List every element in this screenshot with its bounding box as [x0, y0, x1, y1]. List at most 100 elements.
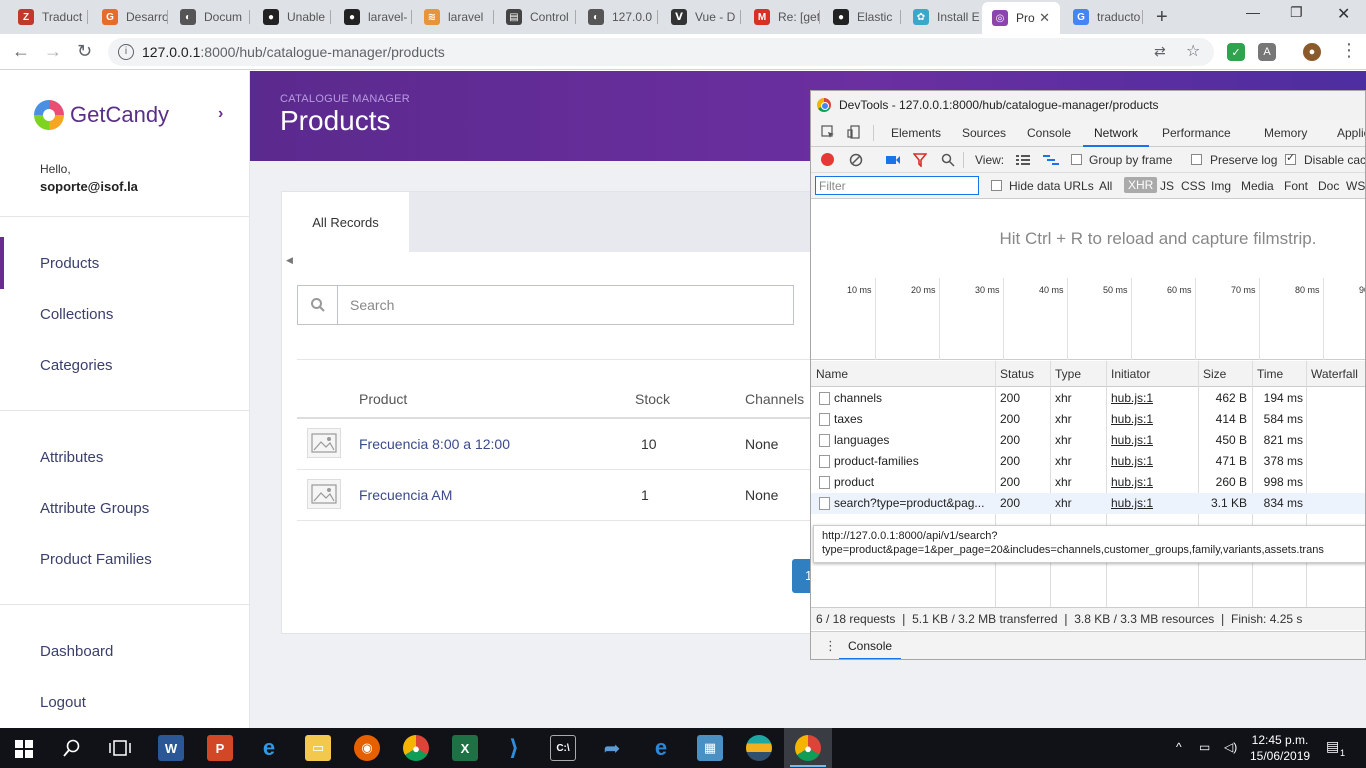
close-tab-icon[interactable]: ✕ [1039, 10, 1050, 26]
network-request-row[interactable]: languages 200 xhr hub.js:1 450 B 821 ms [811, 430, 1365, 451]
internet-explorer-app-icon[interactable]: e [256, 735, 282, 761]
request-initiator[interactable]: hub.js:1 [1111, 475, 1153, 489]
column-header-time[interactable]: Time [1257, 367, 1283, 381]
tab-performance[interactable]: Performance [1162, 126, 1231, 140]
tab-application[interactable]: Applicatio [1337, 126, 1365, 140]
browser-tab[interactable]: ● Unable [253, 4, 331, 30]
column-header-type[interactable]: Type [1055, 367, 1081, 381]
profile-avatar[interactable]: ● [1303, 43, 1321, 61]
tab-sources[interactable]: Sources [962, 126, 1006, 140]
edge-app-icon[interactable]: e [648, 735, 674, 761]
column-header-stock[interactable]: Stock [635, 391, 670, 407]
forward-icon[interactable]: → [44, 41, 62, 62]
sidebar-item-attributes[interactable]: Attributes [40, 449, 103, 466]
request-initiator[interactable]: hub.js:1 [1111, 496, 1153, 510]
column-header-status[interactable]: Status [1000, 367, 1034, 381]
search-input[interactable] [339, 286, 789, 324]
sidebar-item-collections[interactable]: Collections [40, 306, 113, 323]
browser-tab[interactable]: ᐯ Vue - D [661, 4, 741, 30]
tab-all-records[interactable]: All Records [282, 192, 409, 252]
terminal-app-icon[interactable]: C:\ [550, 735, 576, 761]
task-view-icon[interactable] [109, 740, 131, 756]
sidebar-item-logout[interactable]: Logout [40, 694, 86, 711]
product-name-link[interactable]: Frecuencia AM [359, 487, 452, 503]
tab-console[interactable]: Console [1027, 126, 1071, 140]
tab-elements[interactable]: Elements [891, 126, 941, 140]
column-header-channels[interactable]: Channels [745, 391, 804, 407]
request-initiator[interactable]: hub.js:1 [1111, 412, 1153, 426]
table-row[interactable]: Frecuencia AM 1 None [297, 470, 817, 521]
request-initiator[interactable]: hub.js:1 [1111, 391, 1153, 405]
network-request-row[interactable]: product-families 200 xhr hub.js:1 471 B 378 m… [811, 451, 1365, 472]
drawer-tab-console[interactable]: Console [839, 632, 902, 659]
type-filter-ws[interactable]: WS [1346, 179, 1365, 193]
scroll-left-arrow-icon[interactable]: ◀ [286, 255, 293, 266]
minimize-window-button[interactable]: — [1246, 4, 1260, 20]
maximize-window-button[interactable]: ❐ [1290, 4, 1303, 21]
preserve-log-checkbox[interactable] [1191, 154, 1202, 165]
type-filter-media[interactable]: Media [1241, 179, 1274, 193]
taskbar-clock[interactable]: 12:45 p.m. 15/06/2019 [1250, 732, 1310, 764]
type-filter-font[interactable]: Font [1284, 179, 1308, 193]
file-explorer-app-icon[interactable]: ▭ [305, 735, 331, 761]
reload-icon[interactable]: ↻ [77, 41, 92, 62]
address-url[interactable]: 127.0.0.1:8000/hub/catalogue-manager/pro… [142, 44, 445, 60]
new-tab-button[interactable]: + [1156, 6, 1168, 29]
bookmark-star-icon[interactable]: ☆ [1186, 41, 1200, 61]
powerpoint-app-icon[interactable]: P [207, 735, 233, 761]
column-header-initiator[interactable]: Initiator [1111, 367, 1150, 381]
browser-tab[interactable]: ● Elastic [823, 4, 901, 30]
waterfall-overview-icon[interactable] [1043, 154, 1059, 166]
type-filter-css[interactable]: CSS [1181, 179, 1206, 193]
network-request-row[interactable]: taxes 200 xhr hub.js:1 414 B 584 ms [811, 409, 1365, 430]
column-header-waterfall[interactable]: Waterfall [1311, 367, 1358, 381]
drawer-menu-icon[interactable]: ⋮ [824, 638, 837, 654]
group-by-frame-checkbox[interactable] [1071, 154, 1082, 165]
address-bar[interactable]: i 127.0.0.1:8000/hub/catalogue-manager/p… [108, 38, 1214, 66]
browser-menu-icon[interactable]: ⋮ [1340, 40, 1358, 61]
excel-app-icon[interactable]: X [452, 735, 478, 761]
browser-tab[interactable]: ● laravel- [334, 4, 412, 30]
filter-funnel-icon[interactable] [913, 153, 927, 167]
action-center-icon[interactable]: ▤ [1326, 738, 1339, 755]
colored-stack-app-icon[interactable] [746, 735, 772, 761]
search-icon[interactable] [63, 739, 81, 757]
share-arrow-app-icon[interactable]: ➦ [599, 735, 625, 761]
pagination-page-button[interactable]: 1 [792, 559, 812, 593]
request-initiator[interactable]: hub.js:1 [1111, 454, 1153, 468]
network-icon[interactable]: ▭ [1199, 740, 1210, 754]
large-rows-icon[interactable] [1016, 154, 1030, 166]
product-name-link[interactable]: Frecuencia 8:00 a 12:00 [359, 436, 510, 452]
request-initiator[interactable]: hub.js:1 [1111, 433, 1153, 447]
tab-network[interactable]: Network [1083, 119, 1149, 147]
column-header-size[interactable]: Size [1203, 367, 1226, 381]
browser-tab[interactable]: ▤ Control [496, 4, 576, 30]
getcandy-logo[interactable]: GetCandy [34, 100, 169, 130]
network-request-row[interactable]: channels 200 xhr hub.js:1 462 B 194 ms [811, 388, 1365, 409]
chrome-active-app-icon[interactable]: ● [795, 735, 821, 761]
record-icon[interactable] [821, 153, 834, 166]
disable-cache-checkbox[interactable] [1285, 151, 1296, 165]
vscode-app-icon[interactable]: ⟩ [501, 735, 527, 761]
tab-memory[interactable]: Memory [1264, 126, 1307, 140]
sidebar-item-attribute-groups[interactable]: Attribute Groups [40, 500, 149, 517]
browser-tab[interactable]: ◐ 127.0.0 [578, 4, 658, 30]
calculator-app-icon[interactable]: ▦ [697, 735, 723, 761]
column-header-name[interactable]: Name [816, 367, 848, 381]
browser-tab[interactable]: G Desarro [92, 4, 168, 30]
clear-icon[interactable] [849, 153, 863, 167]
word-app-icon[interactable]: W [158, 735, 184, 761]
shield-extension-icon[interactable]: ✓ [1227, 43, 1245, 61]
tray-chevron-icon[interactable]: ^ [1176, 740, 1182, 754]
network-request-row[interactable]: product 200 xhr hub.js:1 260 B 998 ms [811, 472, 1365, 493]
adblock-extension-icon[interactable]: A [1258, 43, 1276, 61]
type-filter-all[interactable]: All [1099, 179, 1112, 193]
windows-start-icon[interactable] [15, 740, 33, 758]
type-filter-js[interactable]: JS [1160, 179, 1174, 193]
filter-input[interactable]: Filter [815, 176, 979, 195]
volume-icon[interactable]: ◁) [1224, 740, 1237, 754]
browser-tab[interactable]: Gtraducto [1063, 4, 1143, 30]
inspect-element-icon[interactable] [821, 125, 835, 139]
type-filter-img[interactable]: Img [1211, 179, 1231, 193]
collapse-sidebar-chevron-icon[interactable]: › [218, 105, 223, 123]
